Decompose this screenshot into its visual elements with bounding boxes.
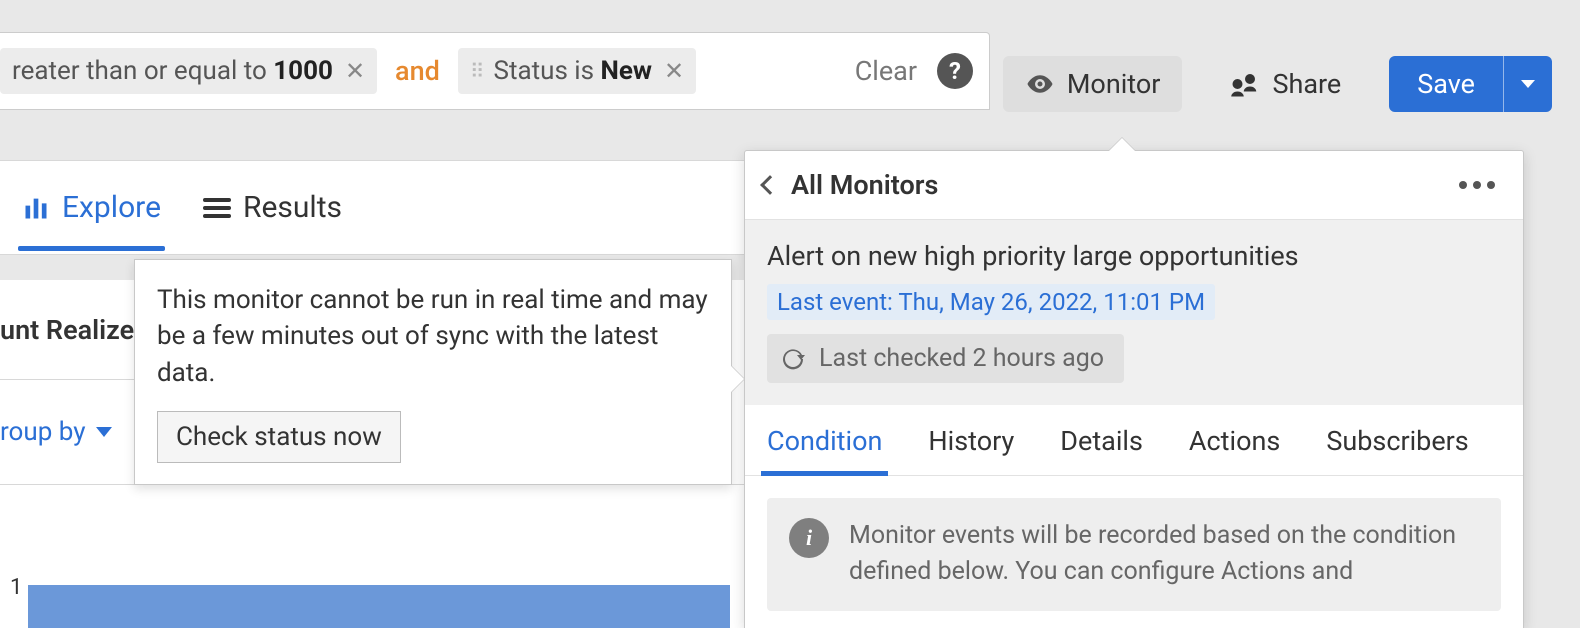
- filter-bar-right: Clear ?: [855, 53, 973, 89]
- clear-filters-link[interactable]: Clear: [855, 55, 917, 87]
- sync-warning-text: This monitor cannot be run in real time …: [157, 282, 709, 391]
- monitor-tab-actions[interactable]: Actions: [1189, 425, 1280, 475]
- check-status-button[interactable]: Check status now: [157, 411, 401, 463]
- bar-chart-icon: [22, 194, 50, 222]
- list-icon: [203, 198, 231, 218]
- drag-handle-icon[interactable]: ⠿: [470, 59, 482, 83]
- filter-bar: reater than or equal to 1000 ✕ and ⠿ Sta…: [0, 32, 990, 110]
- filter-pills-group: reater than or equal to 1000 ✕ and ⠿ Sta…: [0, 48, 855, 94]
- last-checked-chip[interactable]: Last checked 2 hours ago: [767, 334, 1124, 383]
- condition-info-box: i Monitor events will be recorded based …: [767, 498, 1501, 611]
- monitor-tab-condition[interactable]: Condition: [767, 425, 882, 475]
- tab-explore-label: Explore: [62, 190, 161, 225]
- refresh-icon: [781, 347, 805, 371]
- share-button[interactable]: Share: [1208, 56, 1363, 112]
- monitor-tab-details[interactable]: Details: [1060, 425, 1143, 475]
- more-menu-button[interactable]: [1459, 181, 1495, 189]
- monitor-button-label: Monitor: [1067, 68, 1161, 100]
- sync-warning-popover: This monitor cannot be run in real time …: [134, 259, 732, 485]
- action-bar: Monitor Share Save: [1003, 56, 1552, 112]
- caret-down-icon: [96, 427, 112, 437]
- tab-results[interactable]: Results: [203, 190, 342, 225]
- info-icon: i: [789, 518, 829, 558]
- share-icon: [1230, 69, 1260, 99]
- dot-icon: [1487, 181, 1495, 189]
- last-event-badge[interactable]: Last event: Thu, May 26, 2022, 11:01 PM: [767, 284, 1215, 320]
- chevron-left-icon: [760, 175, 780, 195]
- save-button[interactable]: Save: [1389, 56, 1503, 112]
- all-monitors-back-link[interactable]: All Monitors: [763, 169, 938, 201]
- caret-down-icon: [1520, 78, 1536, 90]
- monitor-tabs: Condition History Details Actions Subscr…: [745, 405, 1523, 476]
- dot-icon: [1473, 181, 1481, 189]
- monitor-panel-header: All Monitors: [745, 151, 1523, 220]
- monitor-panel-caret-icon: [1108, 138, 1136, 152]
- filter-pill-amount-text: reater than or equal to 1000: [12, 56, 333, 86]
- filter-pill-amount[interactable]: reater than or equal to 1000 ✕: [0, 48, 377, 94]
- monitor-title: Alert on new high priority large opportu…: [767, 240, 1501, 272]
- monitor-button[interactable]: Monitor: [1003, 56, 1183, 112]
- condition-info-text: Monitor events will be recorded based on…: [849, 518, 1479, 591]
- y-axis-label: unt Realized: [0, 314, 149, 346]
- save-button-group: Save: [1389, 56, 1552, 112]
- help-icon[interactable]: ?: [937, 53, 973, 89]
- monitor-summary: Alert on new high priority large opportu…: [745, 220, 1523, 405]
- monitor-tab-subscribers[interactable]: Subscribers: [1326, 425, 1468, 475]
- tab-explore[interactable]: Explore: [22, 190, 161, 225]
- group-by-dropdown[interactable]: roup by: [0, 417, 112, 447]
- filter-pill-status[interactable]: ⠿ Status is New ✕: [458, 48, 696, 94]
- chart-bar: [28, 585, 730, 628]
- tab-results-label: Results: [243, 190, 342, 225]
- last-checked-text: Last checked 2 hours ago: [819, 344, 1104, 373]
- group-by-label: roup by: [0, 417, 86, 447]
- all-monitors-label: All Monitors: [791, 169, 938, 201]
- share-button-label: Share: [1272, 68, 1341, 100]
- popover-arrow-icon: [731, 366, 744, 392]
- eye-icon: [1025, 69, 1055, 99]
- save-dropdown-button[interactable]: [1503, 56, 1552, 112]
- monitor-tab-history[interactable]: History: [928, 425, 1014, 475]
- y-axis-tick: 1: [10, 575, 22, 600]
- dot-icon: [1459, 181, 1467, 189]
- monitor-panel: All Monitors Alert on new high priority …: [744, 150, 1524, 628]
- filter-separator: and: [395, 55, 440, 87]
- close-icon[interactable]: ✕: [664, 59, 684, 83]
- close-icon[interactable]: ✕: [345, 59, 365, 83]
- filter-pill-status-text: Status is New: [494, 56, 652, 86]
